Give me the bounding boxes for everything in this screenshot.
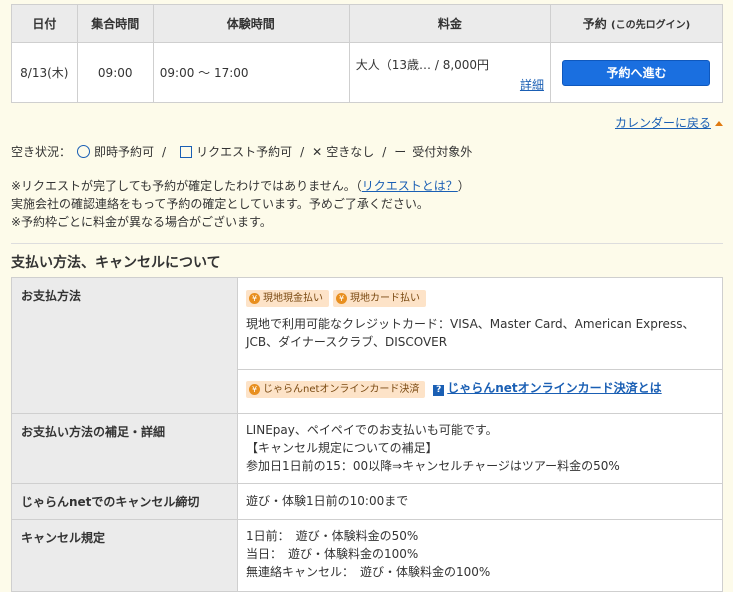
row-gather-time: 09:00 — [76, 42, 154, 103]
payment-table: お支払方法 ¥ 現地現金払い ¥ 現地カード払い 現地で利用可能なクレジットカード：V… — [11, 277, 723, 592]
row-reserve-cell: 予約へ進む — [549, 42, 724, 103]
row-date: 8/13(木) — [11, 42, 78, 103]
note-line-2: 実施会社の確認連絡をもって予約の確定としています。予めご了承ください。 — [11, 197, 429, 211]
fee-detail-link[interactable]: 詳細 — [520, 76, 544, 93]
header-reserve: 予約 (この先ログイン) — [549, 4, 724, 43]
back-to-calendar-link[interactable]: カレンダーに戻る — [615, 114, 723, 131]
header-reserve-label: 予約 — [582, 17, 607, 31]
header-exp-time: 体験時間 — [152, 4, 350, 43]
row-fee-cell: 大人（13歳… / 8,000円 詳細 — [348, 42, 551, 103]
row-fee: 大人（13歳… / 8,000円 — [355, 58, 490, 72]
online-payment-info-link[interactable]: じゃらんnetオンラインカード決済とは — [447, 381, 661, 395]
online-payment-cell: ¥ じゃらんnetオンラインカード決済 ? じゃらんnetオンラインカード決済とは — [237, 369, 723, 414]
cancel-policy-row: キャンセル規定 1日前： 遊び・体験料金の50% 当日： 遊び・体験料金の100… — [11, 519, 723, 592]
note-line-1-prefix: ※リクエストが完了しても予約が確定したわけではありません。（ — [11, 179, 362, 193]
cancel-deadline-row: じゃらんnetでのキャンセル締切 遊び・体験1日前の10:00まで — [11, 483, 723, 520]
legend-separator: / — [162, 144, 167, 159]
cancel-policy-label: キャンセル規定 — [11, 519, 238, 592]
help-icon: ? — [433, 385, 445, 396]
legend-separator: / — [382, 144, 387, 159]
supplement-row: お支払い方法の補足・詳細 LINEpay、ペイペイでのお支払いも可能です。 【キ… — [11, 413, 723, 484]
legend-label: 空き状況： — [11, 145, 72, 159]
square-icon — [180, 145, 193, 158]
schedule-row: 8/13(木) 09:00 09:00 〜 17:00 大人（13歳… / 8,… — [11, 42, 724, 103]
online-card-badge: ¥ じゃらんnetオンラインカード決済 — [246, 381, 426, 398]
dash-icon: ー — [394, 145, 407, 159]
legend-request: リクエスト予約可 — [196, 145, 293, 159]
note-line-1: ※リクエストが完了しても予約が確定したわけではありません。（リクエストとは？） — [11, 177, 470, 195]
what-is-request-link[interactable]: リクエストとは？ — [362, 179, 458, 193]
circle-icon — [77, 145, 91, 158]
online-card-badge-label: じゃらんnetオンラインカード決済 — [263, 384, 420, 395]
schedule-table: 日付 集合時間 体験時間 料金 予約 (この先ログイン) 8/13(木) 09:… — [11, 4, 724, 103]
payment-badges: ¥ 現地現金払い ¥ 現地カード払い — [246, 288, 714, 307]
yen-icon: ¥ — [336, 293, 347, 304]
legend-instant: 即時予約可 — [94, 145, 155, 159]
cancel-deadline-label: じゃらんnetでのキャンセル締切 — [11, 483, 238, 520]
reserve-button[interactable]: 予約へ進む — [562, 59, 711, 86]
cash-badge-label: 現地現金払い — [263, 293, 323, 304]
row-exp-time: 09:00 〜 17:00 — [152, 42, 350, 103]
header-date: 日付 — [11, 4, 78, 43]
payment-methods-cell: ¥ 現地現金払い ¥ 現地カード払い 現地で利用可能なクレジットカード：VISA、Ma… — [237, 277, 723, 370]
card-badge-label: 現地カード払い — [350, 293, 420, 304]
supplement-line-2: 【キャンセル規定についての補足】 — [246, 441, 438, 455]
back-to-calendar-label[interactable]: カレンダーに戻る — [615, 116, 711, 130]
legend-out: 受付対象外 — [412, 145, 473, 159]
yen-icon: ¥ — [249, 293, 260, 304]
payment-section-title: 支払い方法、キャンセルについて — [11, 255, 221, 271]
legend-separator: / — [300, 144, 305, 159]
cancel-policy-line-1: 1日前： 遊び・体験料金の50% — [246, 529, 419, 543]
header-fee: 料金 — [348, 4, 551, 43]
supplement-label: お支払い方法の補足・詳細 — [11, 413, 238, 484]
header-reserve-note: (この先ログイン) — [611, 20, 691, 31]
supplement-cell: LINEpay、ペイペイでのお支払いも可能です。 【キャンセル規定についての補足… — [237, 413, 723, 484]
notes: ※リクエストが完了しても予約が確定したわけではありません。（リクエストとは？） … — [11, 177, 470, 231]
note-line-3: ※予約枠ごとに料金が異なる場合がございます。 — [11, 215, 272, 229]
header-gather-time: 集合時間 — [76, 4, 154, 43]
triangle-up-icon — [715, 121, 723, 126]
cross-icon: ✕ — [312, 144, 323, 159]
note-line-1-suffix: ） — [457, 179, 470, 193]
cancel-policy-cell: 1日前： 遊び・体験料金の50% 当日： 遊び・体験料金の100% 無連絡キャン… — [237, 519, 723, 592]
section-divider — [11, 243, 723, 244]
cancel-policy-line-3: 無連絡キャンセル： 遊び・体験料金の100% — [246, 565, 491, 579]
availability-legend: 空き状況： 即時予約可 / リクエスト予約可 / ✕ 空きなし / ー受付対象外 — [11, 143, 472, 160]
cancel-policy-line-2: 当日： 遊び・体験料金の100% — [246, 547, 419, 561]
schedule-header-row: 日付 集合時間 体験時間 料金 予約 (この先ログイン) — [11, 4, 724, 43]
payment-methods-label: お支払方法 — [11, 277, 238, 414]
yen-icon: ¥ — [249, 384, 260, 395]
cash-badge: ¥ 現地現金払い — [246, 290, 329, 307]
supplement-line-1: LINEpay、ペイペイでのお支払いも可能です。 — [246, 423, 498, 437]
payment-methods-row: お支払方法 ¥ 現地現金払い ¥ 現地カード払い 現地で利用可能なクレジットカード：V… — [11, 277, 723, 414]
legend-none: 空きなし — [326, 145, 375, 159]
cancel-deadline-value: 遊び・体験1日前の10:00まで — [237, 483, 723, 520]
accepted-cards-text: 現地で利用可能なクレジットカード：VISA、Master Card、Americ… — [246, 317, 695, 349]
card-badge: ¥ 現地カード払い — [333, 290, 426, 307]
supplement-line-3: 参加日1日前の15：00以降⇒キャンセルチャージはツアー料金の50% — [246, 459, 620, 473]
